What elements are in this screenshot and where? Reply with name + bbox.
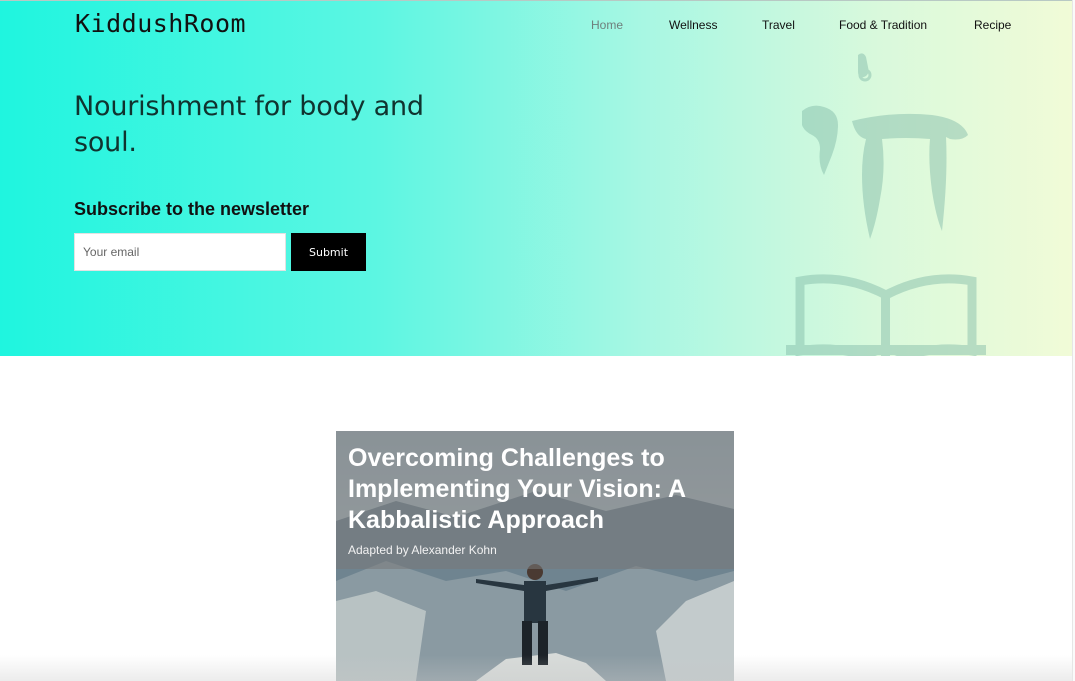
nav-item-wellness[interactable]: Wellness [669,18,717,32]
page: KiddushRoom Home Wellness Travel Food & … [0,0,1075,681]
nav-item-food-tradition[interactable]: Food & Tradition [839,18,927,32]
nav-item-travel[interactable]: Travel [762,18,795,32]
hebrew-letters-book-icon [786,53,986,356]
article-author: Adapted by Alexander Kohn [348,543,497,557]
nav-item-home[interactable]: Home [591,18,623,32]
email-input[interactable] [74,233,286,271]
submit-button[interactable]: Submit [291,233,366,271]
article-title[interactable]: Overcoming Challenges to Implementing Yo… [348,443,728,536]
nav-item-recipe[interactable]: Recipe [974,18,1011,32]
hero-headline: Nourishment for body and soul. [74,91,424,158]
hero-section: KiddushRoom Home Wellness Travel Food & … [0,1,1072,356]
top-border [0,0,1072,1]
site-logo[interactable]: KiddushRoom [75,9,246,38]
article-card[interactable]: Overcoming Challenges to Implementing Yo… [336,431,734,681]
newsletter-title: Subscribe to the newsletter [74,199,310,219]
